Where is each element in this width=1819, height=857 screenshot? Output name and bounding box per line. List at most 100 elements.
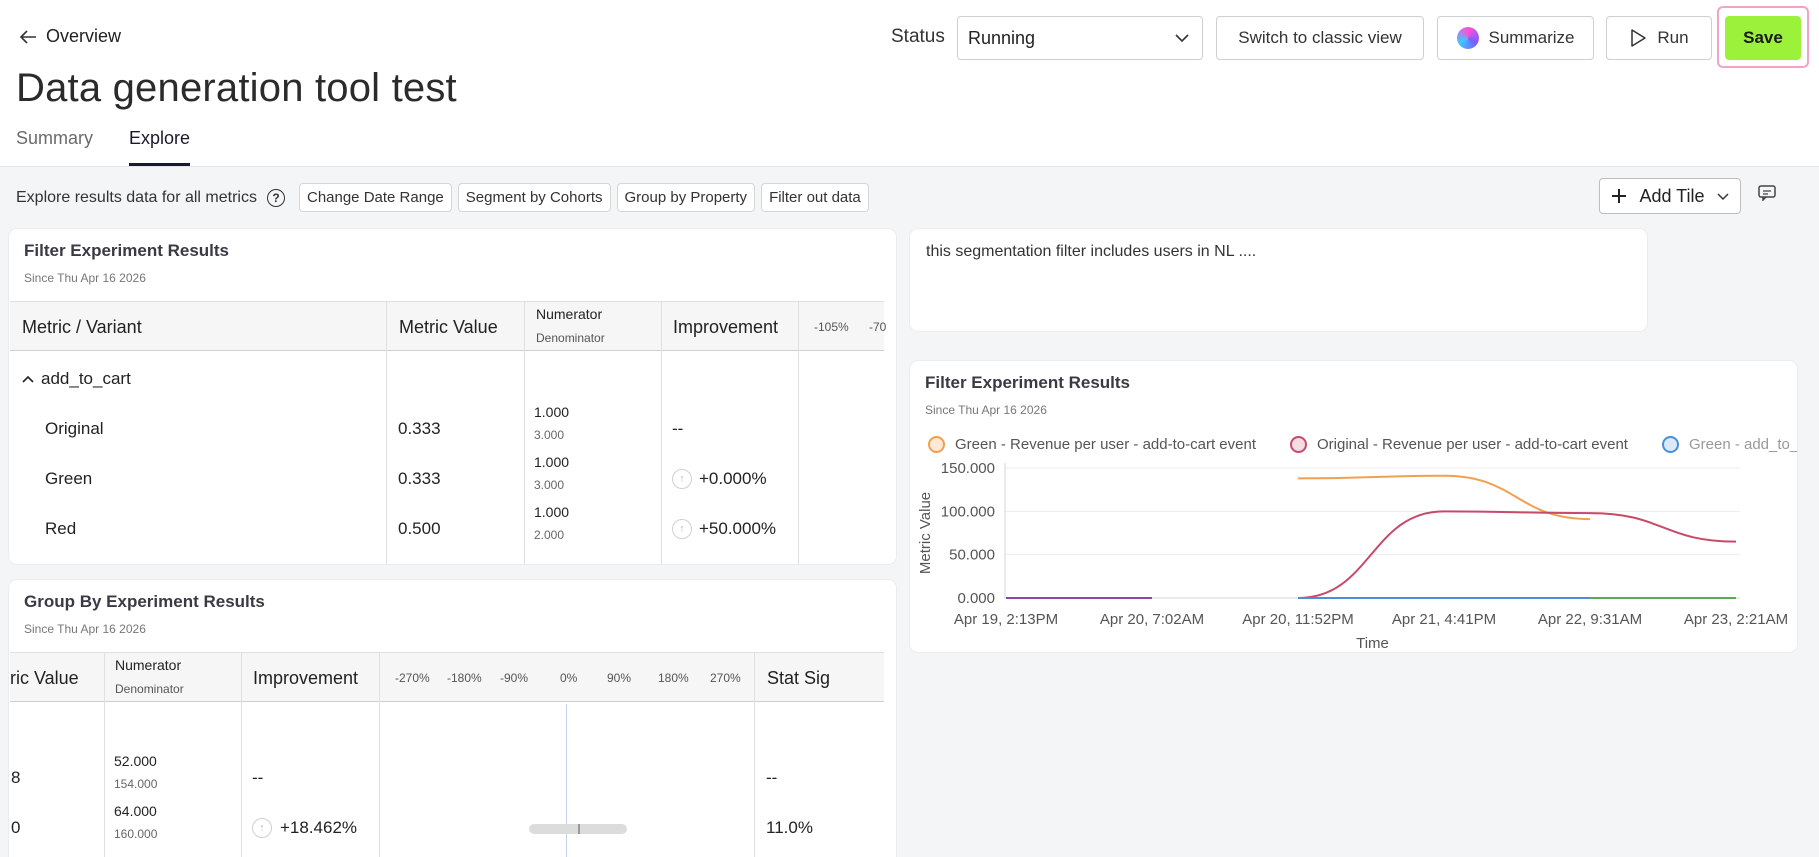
ai-orb-icon bbox=[1456, 27, 1479, 49]
help-icon[interactable]: ? bbox=[266, 188, 285, 207]
scale-label: 270% bbox=[710, 671, 741, 685]
column-divider bbox=[241, 652, 242, 857]
column-divider bbox=[754, 652, 755, 857]
line-chart[interactable]: 0.000 50.000 100.000 150.000 Apr 19, 2:13PM A… bbox=[910, 361, 1797, 652]
numerator-value: 1.000 bbox=[534, 404, 570, 420]
col-header-numerator: Numerator bbox=[115, 657, 182, 673]
filter-out-data-button[interactable]: Filter out data bbox=[761, 183, 869, 212]
table-header: ric Value Numerator Denominator Improvem… bbox=[10, 652, 884, 702]
explore-description: Explore results data for all metrics bbox=[16, 188, 257, 206]
metric-value: 0.500 bbox=[398, 519, 441, 538]
segment-by-cohorts-button[interactable]: Segment by Cohorts bbox=[457, 183, 611, 212]
chart-card: Filter Experiment Results Since Thu Apr … bbox=[910, 361, 1797, 652]
back-to-overview-link[interactable]: Overview bbox=[18, 26, 121, 47]
x-tick-label: Apr 20, 11:52PM bbox=[1242, 611, 1353, 628]
denominator-value: 3.000 bbox=[534, 428, 565, 442]
table-header: Metric / Variant Metric Value Numerator … bbox=[10, 301, 887, 351]
denominator-value: 154.000 bbox=[114, 777, 158, 791]
numerator-value: 1.000 bbox=[534, 454, 570, 470]
run-label: Run bbox=[1657, 28, 1689, 47]
explore-toolbar: Explore results data for all metrics ? C… bbox=[16, 183, 869, 212]
summarize-button[interactable]: Summarize bbox=[1437, 16, 1594, 60]
switch-classic-view-label: Switch to classic view bbox=[1238, 28, 1402, 47]
metric-name: add_to_cart bbox=[41, 369, 131, 388]
scale-label: -90% bbox=[500, 671, 529, 685]
denominator-value: 160.000 bbox=[114, 827, 158, 841]
switch-classic-view-button[interactable]: Switch to classic view bbox=[1216, 16, 1424, 60]
column-divider bbox=[386, 301, 387, 564]
col-header-improvement: Improvement bbox=[673, 317, 779, 337]
x-tick-label: Apr 19, 2:13PM bbox=[954, 611, 1058, 628]
col-header-stat-sig: Stat Sig bbox=[767, 668, 831, 688]
change-date-range-button[interactable]: Change Date Range bbox=[298, 183, 452, 212]
column-divider bbox=[379, 652, 380, 857]
arrow-up-icon: ↑ bbox=[672, 469, 692, 489]
y-axis-title: Metric Value bbox=[917, 492, 934, 574]
back-label: Overview bbox=[46, 26, 122, 46]
scale-label: -70 bbox=[869, 320, 887, 334]
note-text: this segmentation filter includes users … bbox=[926, 243, 1257, 260]
status-select[interactable]: Running bbox=[957, 16, 1203, 60]
y-tick-label: 0.000 bbox=[957, 590, 995, 607]
play-icon bbox=[1631, 29, 1647, 47]
y-tick-label: 100.000 bbox=[941, 503, 995, 520]
numerator-value: 52.000 bbox=[114, 753, 157, 769]
scale-label: 0% bbox=[560, 671, 578, 685]
improvement-value: -- bbox=[672, 419, 684, 438]
column-divider bbox=[104, 652, 105, 857]
y-tick-label: 150.000 bbox=[941, 460, 995, 477]
col-header-metric: Metric / Variant bbox=[22, 317, 142, 337]
metric-value: 0 bbox=[11, 818, 21, 837]
denominator-value: 3.000 bbox=[534, 478, 565, 492]
variant-name: Original bbox=[45, 419, 104, 438]
card-title: Group By Experiment Results bbox=[24, 592, 265, 611]
run-button[interactable]: Run bbox=[1606, 16, 1712, 60]
comment-icon[interactable] bbox=[1758, 185, 1776, 201]
y-tick-label: 50.000 bbox=[949, 547, 995, 564]
tab-bar: Summary Explore bbox=[16, 128, 191, 166]
x-axis-title: Time bbox=[1356, 635, 1389, 652]
improvement-value: -- bbox=[252, 768, 264, 787]
column-divider bbox=[661, 301, 662, 564]
col-header-numerator: Numerator bbox=[536, 306, 603, 322]
numerator-value: 1.000 bbox=[534, 504, 570, 520]
scale-label: 180% bbox=[658, 671, 689, 685]
chevron-down-icon bbox=[1717, 192, 1729, 200]
scale-label: -105% bbox=[814, 320, 849, 334]
x-tick-label: Apr 23, 2:21AM bbox=[1684, 611, 1788, 628]
card-subtitle: Since Thu Apr 16 2026 bbox=[24, 271, 146, 285]
plus-icon bbox=[1612, 189, 1626, 203]
status-label: Status bbox=[891, 26, 945, 47]
filter-results-card: Filter Experiment Results Since Thu Apr … bbox=[9, 229, 896, 564]
improvement-value: +18.462% bbox=[280, 818, 358, 837]
metric-value: 0.333 bbox=[398, 469, 441, 488]
status-value: Running bbox=[968, 27, 1036, 48]
arrow-left-icon bbox=[19, 29, 36, 44]
group-by-property-button[interactable]: Group by Property bbox=[616, 183, 756, 212]
chevron-down-icon bbox=[1175, 34, 1189, 43]
stat-sig-value: 11.0% bbox=[766, 818, 813, 837]
variant-name: Green bbox=[45, 469, 93, 488]
metric-value: 8 bbox=[11, 768, 21, 787]
zero-line bbox=[566, 704, 567, 857]
col-header-denominator: Denominator bbox=[115, 682, 184, 696]
chevron-up-icon bbox=[22, 375, 34, 383]
scale-label: -180% bbox=[447, 671, 482, 685]
col-header-metric-value: ric Value bbox=[10, 668, 79, 688]
note-card[interactable]: this segmentation filter includes users … bbox=[910, 229, 1647, 331]
column-divider bbox=[798, 301, 799, 564]
x-tick-label: Apr 22, 9:31AM bbox=[1538, 611, 1642, 628]
card-subtitle: Since Thu Apr 16 2026 bbox=[24, 622, 146, 636]
card-title: Filter Experiment Results bbox=[24, 241, 230, 260]
add-tile-button[interactable]: Add Tile bbox=[1599, 178, 1741, 214]
save-button[interactable]: Save bbox=[1725, 16, 1801, 60]
tab-summary[interactable]: Summary bbox=[16, 128, 93, 166]
explore-area: Explore results data for all metrics ? C… bbox=[0, 166, 1819, 857]
tab-explore[interactable]: Explore bbox=[129, 128, 191, 166]
page-title: Data generation tool test bbox=[16, 66, 457, 110]
scale-label: -270% bbox=[395, 671, 430, 685]
metric-value: 0.333 bbox=[398, 419, 441, 438]
column-divider bbox=[524, 301, 525, 564]
metric-group-row[interactable]: add_to_cart bbox=[21, 369, 131, 389]
x-tick-label: Apr 21, 4:41PM bbox=[1392, 611, 1496, 628]
